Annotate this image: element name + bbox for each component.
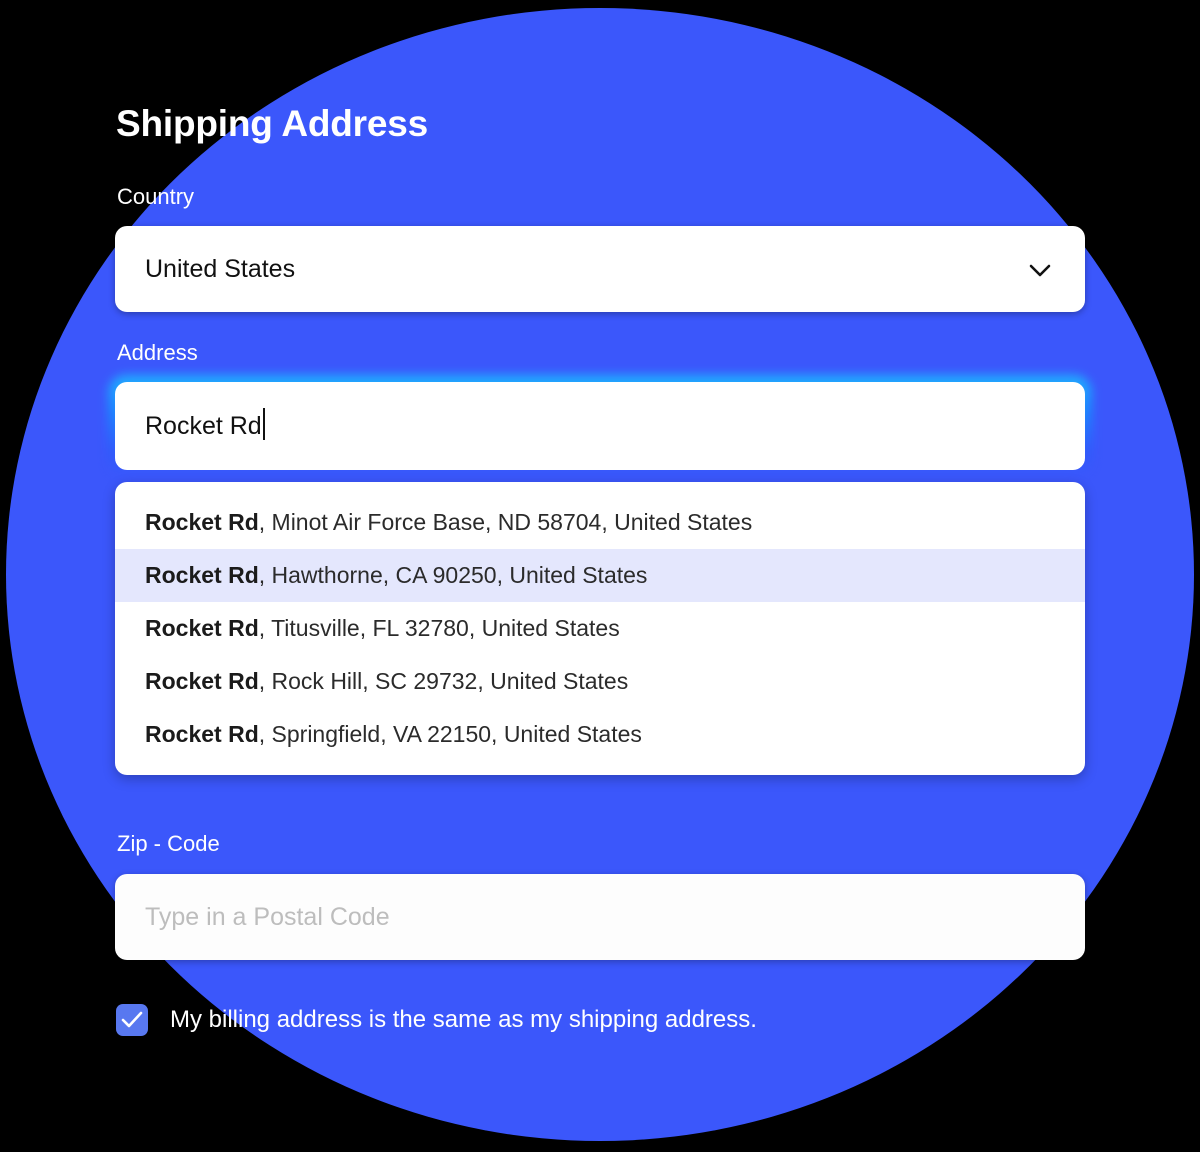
suggestion-detail: , Springfield, VA 22150, United States [258, 721, 642, 747]
country-select-value: United States [145, 255, 296, 283]
suggestion-item[interactable]: Rocket Rd, Springfield, VA 22150, United… [115, 708, 1085, 761]
suggestion-street: Rocket Rd [145, 615, 259, 641]
address-suggestion-list[interactable]: Rocket Rd, Minot Air Force Base, ND 5870… [115, 482, 1085, 775]
address-field-wrapper: Rocket Rd [108, 375, 1092, 477]
suggestion-item[interactable]: Rocket Rd, Minot Air Force Base, ND 5870… [115, 496, 1085, 549]
zip-input-placeholder: Type in a Postal Code [145, 903, 390, 931]
suggestion-detail: , Titusville, FL 32780, United States [258, 615, 620, 641]
billing-checkbox[interactable] [116, 1004, 148, 1036]
country-select[interactable]: United States [115, 226, 1085, 312]
address-input[interactable]: Rocket Rd [115, 382, 1085, 470]
zip-label: Zip - Code [117, 831, 220, 856]
suggestion-street: Rocket Rd [145, 668, 259, 694]
check-icon [121, 1011, 143, 1028]
suggestion-detail: , Rock Hill, SC 29732, United States [258, 668, 629, 694]
suggestion-item[interactable]: Rocket Rd, Hawthorne, CA 90250, United S… [115, 549, 1085, 602]
text-caret [262, 408, 265, 440]
suggestion-detail: , Minot Air Force Base, ND 58704, United… [258, 509, 753, 535]
suggestion-item[interactable]: Rocket Rd, Titusville, FL 32780, United … [115, 602, 1085, 655]
country-label: Country [117, 184, 195, 209]
address-input-value: Rocket Rd [145, 382, 265, 470]
chevron-down-icon[interactable] [1027, 257, 1053, 283]
suggestion-street: Rocket Rd [145, 509, 259, 535]
screenshot-stage: Shipping Address Country United States A… [0, 0, 1200, 1152]
suggestion-detail: , Hawthorne, CA 90250, United States [258, 562, 648, 588]
billing-checkbox-label: My billing address is the same as my shi… [170, 1006, 757, 1033]
zip-input[interactable]: Type in a Postal Code [115, 874, 1085, 960]
page-title: Shipping Address [116, 103, 429, 144]
suggestion-item[interactable]: Rocket Rd, Rock Hill, SC 29732, United S… [115, 655, 1085, 708]
suggestion-street: Rocket Rd [145, 721, 259, 747]
address-label: Address [117, 340, 198, 365]
suggestion-street: Rocket Rd [145, 562, 259, 588]
shipping-address-form: Shipping Address Country United States A… [0, 0, 1200, 1152]
billing-same-as-shipping-row[interactable]: My billing address is the same as my shi… [116, 1000, 757, 1040]
